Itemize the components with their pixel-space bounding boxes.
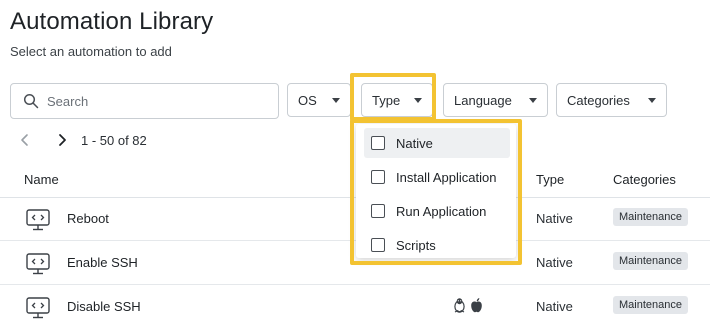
- apple-icon: [471, 298, 482, 313]
- categories-filter-dropdown[interactable]: Categories: [556, 83, 667, 117]
- os-filter-dropdown[interactable]: OS: [287, 83, 351, 117]
- search-icon: [23, 93, 39, 109]
- language-filter-label: Language: [454, 92, 512, 108]
- search-box[interactable]: [10, 83, 279, 119]
- option-label: Install Application: [396, 169, 497, 185]
- column-header-type[interactable]: Type: [536, 172, 564, 187]
- checkbox[interactable]: [371, 204, 385, 218]
- automation-name: Reboot: [67, 211, 109, 226]
- monitor-script-icon: [26, 297, 50, 319]
- table-row[interactable]: Reboot Native Maintenance: [0, 197, 710, 241]
- option-label: Scripts: [396, 237, 436, 253]
- automation-type: Native: [536, 211, 573, 226]
- automation-type: Native: [536, 255, 573, 270]
- search-input[interactable]: [47, 93, 267, 109]
- chevron-right-icon[interactable]: [55, 133, 69, 147]
- column-header-name[interactable]: Name: [24, 172, 59, 187]
- type-filter-menu: Native Install Application Run Applicati…: [356, 124, 516, 258]
- page-title: Automation Library: [10, 8, 214, 35]
- checkbox[interactable]: [371, 238, 385, 252]
- automation-name: Enable SSH: [67, 255, 138, 270]
- automation-type: Native: [536, 299, 573, 314]
- option-label: Native: [396, 135, 433, 151]
- monitor-script-icon: [26, 209, 50, 231]
- option-label: Run Application: [396, 203, 487, 219]
- table-header: Name Type Categories: [0, 160, 710, 198]
- caret-down-icon: [414, 97, 422, 103]
- chevron-left-icon[interactable]: [18, 133, 32, 147]
- table-row[interactable]: Enable SSH Native Maintenance: [0, 241, 710, 285]
- category-badge: Maintenance: [613, 252, 688, 270]
- checkbox[interactable]: [371, 136, 385, 150]
- os-filter-label: OS: [298, 92, 317, 108]
- pagination-range: 1 - 50 of 82: [81, 133, 147, 148]
- automation-name: Disable SSH: [67, 299, 141, 314]
- categories-filter-label: Categories: [567, 92, 630, 108]
- monitor-script-icon: [26, 253, 50, 275]
- type-option-run-application[interactable]: Run Application: [364, 196, 510, 226]
- table-row[interactable]: Disable SSH Native Maintenance: [0, 285, 710, 326]
- caret-down-icon: [648, 97, 656, 103]
- type-option-install-application[interactable]: Install Application: [364, 162, 510, 192]
- type-filter-label: Type: [372, 92, 401, 108]
- caret-down-icon: [529, 97, 537, 103]
- caret-down-icon: [332, 97, 340, 103]
- category-badge: Maintenance: [613, 208, 688, 226]
- type-option-native[interactable]: Native: [364, 128, 510, 158]
- linux-icon: [454, 298, 465, 313]
- page-subtitle: Select an automation to add: [10, 44, 172, 59]
- checkbox[interactable]: [371, 170, 385, 184]
- os-icons: [453, 297, 483, 313]
- category-badge: Maintenance: [613, 296, 688, 314]
- column-header-categories[interactable]: Categories: [613, 172, 676, 187]
- language-filter-dropdown[interactable]: Language: [443, 83, 548, 117]
- type-option-scripts[interactable]: Scripts: [364, 230, 510, 260]
- type-filter-dropdown[interactable]: Type: [361, 83, 433, 117]
